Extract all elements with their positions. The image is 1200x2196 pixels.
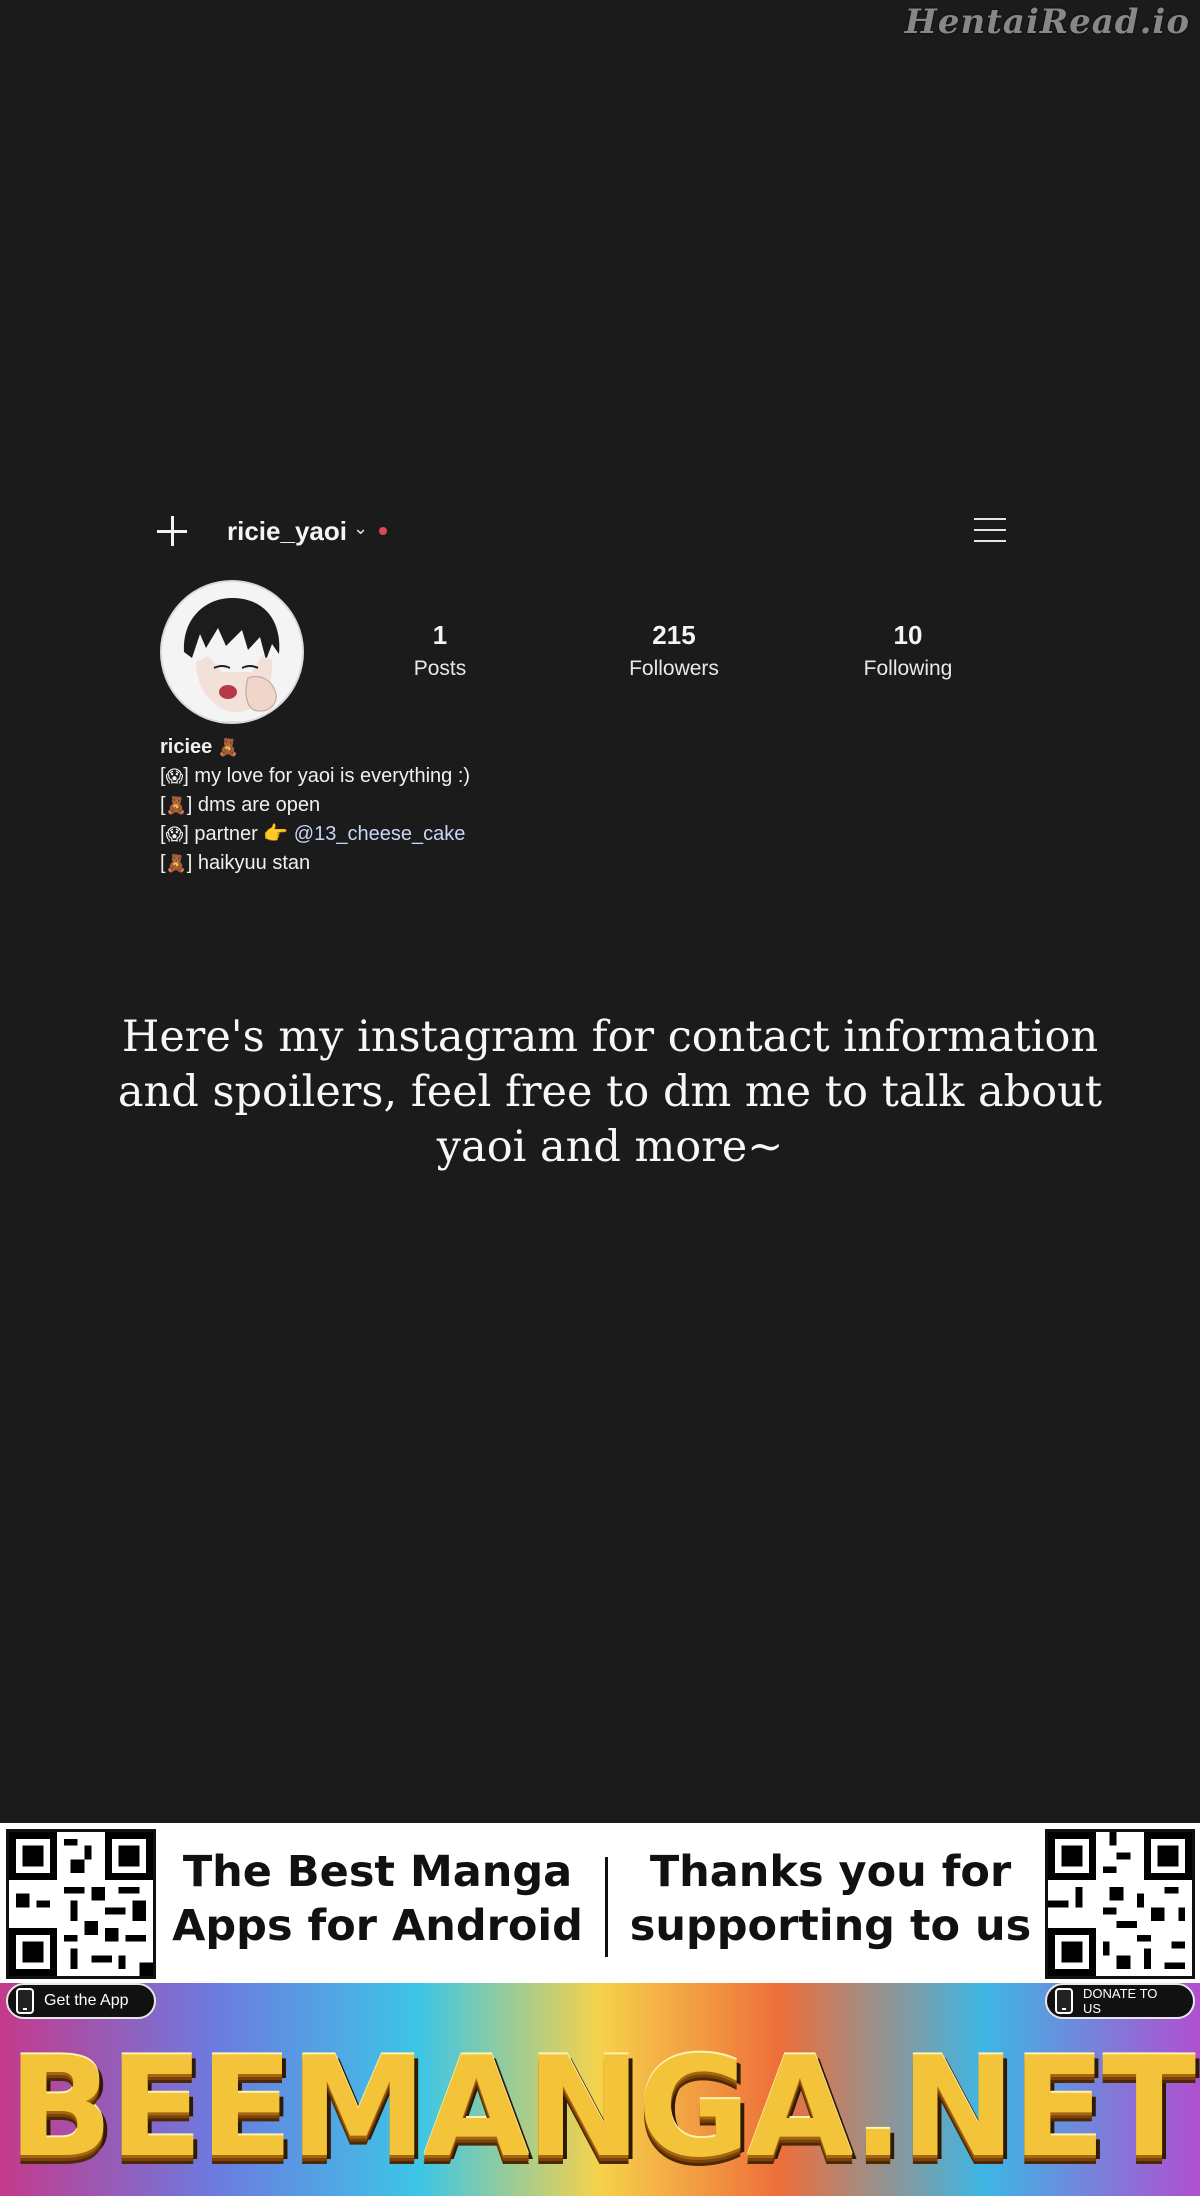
display-name: riciee <box>160 736 213 758</box>
posts-count: 1 <box>432 620 448 650</box>
avatar[interactable] <box>160 580 304 724</box>
scream-face-icon: 😱 <box>165 767 184 786</box>
watermark: HentaiRead.io <box>904 2 1190 42</box>
profile-topbar: ricie_yaoi ⌄ <box>155 510 1025 554</box>
qr-code-left[interactable] <box>6 1829 156 1979</box>
author-note: Here's my instagram for contact informat… <box>117 1012 1103 1172</box>
phone-icon <box>16 1988 34 2014</box>
banner-right-text: Thanks you for supporting to us <box>629 1847 1032 1951</box>
plus-icon[interactable] <box>155 514 189 548</box>
bio-name-line: riciee 🧸 <box>160 733 470 762</box>
stat-followers[interactable]: 215 Followers <box>574 620 774 681</box>
profile-username[interactable]: ricie_yaoi <box>227 516 347 547</box>
teddy-bear-icon: 🧸 <box>165 854 187 873</box>
notification-dot <box>379 527 387 535</box>
phone-icon <box>1055 1988 1073 2014</box>
hamburger-menu-icon[interactable] <box>974 514 1006 544</box>
bio-line: [🧸] haikyuu stan <box>160 852 311 874</box>
scream-face-icon: 😱 <box>165 825 184 844</box>
following-count: 10 <box>893 620 923 650</box>
donate-button[interactable]: DONATE TO US <box>1045 1983 1195 2019</box>
followers-count: 215 <box>652 620 696 650</box>
partner-mention-link[interactable]: @13_cheese_cake <box>294 823 466 845</box>
stat-posts[interactable]: 1 Posts <box>340 620 540 681</box>
posts-label: Posts <box>413 657 467 680</box>
bio-line: [🧸] dms are open <box>160 794 321 816</box>
bio-line: [😱] partner 👉 @13_cheese_cake <box>160 823 466 845</box>
qr-code-right[interactable] <box>1045 1829 1195 1979</box>
banner-brand-logo[interactable]: BEEMANGA.NET <box>0 2023 1200 2193</box>
banner-divider <box>605 1857 608 1957</box>
banner-left-text: The Best Manga Apps for Android <box>172 1847 583 1951</box>
chevron-down-icon[interactable]: ⌄ <box>353 518 368 539</box>
stat-following[interactable]: 10 Following <box>808 620 1008 681</box>
followers-label: Followers <box>629 657 719 680</box>
following-label: Following <box>863 657 953 680</box>
teddy-bear-icon: 🧸 <box>217 738 239 757</box>
teddy-bear-icon: 🧸 <box>165 796 187 815</box>
bio-line: [😱] my love for yaoi is everything :) <box>160 765 471 787</box>
get-app-button[interactable]: Get the App <box>6 1983 156 2019</box>
profile-bio: riciee 🧸 [😱] my love for yaoi is everyth… <box>160 733 470 878</box>
ad-banner[interactable]: The Best Manga Apps for Android Thanks y… <box>0 1823 1200 2196</box>
